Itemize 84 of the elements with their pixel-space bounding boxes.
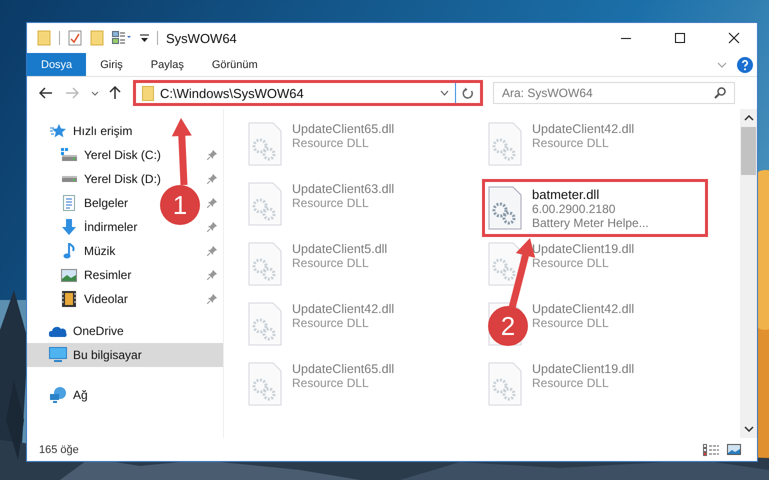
- file-name: UpdateClient63.dll: [292, 182, 394, 196]
- sidebar-item[interactable]: Resimler: [60, 263, 132, 287]
- search-icon: [714, 87, 726, 99]
- up-arrow-icon[interactable]: [109, 86, 121, 100]
- customize-dropdown-icon[interactable]: [140, 33, 149, 43]
- dll-file-icon: [248, 302, 282, 346]
- sidebar-item[interactable]: Ağ: [27, 383, 223, 407]
- file-detail: Battery Meter Helpe...: [532, 216, 649, 230]
- file-name: UpdateClient65.dll: [292, 122, 394, 136]
- dll-file-icon: [488, 242, 522, 286]
- dll-file-icon: [248, 182, 282, 226]
- sidebar-item[interactable]: İndirmeler: [60, 215, 138, 239]
- search-field[interactable]: Ara: SysWOW64: [493, 82, 735, 104]
- network-icon: [49, 387, 67, 403]
- file-name: batmeter.dll: [532, 186, 600, 202]
- sidebar-item[interactable]: Bu bilgisayar: [27, 343, 223, 367]
- sidebar-item[interactable]: Yerel Disk (D:): [60, 167, 161, 191]
- step-number-badge: 1: [160, 185, 200, 225]
- dll-file-icon: [248, 362, 282, 406]
- file-detail: Resource DLL: [532, 256, 610, 270]
- address-path: C:\Windows\SysWOW64: [160, 86, 304, 100]
- scroll-down-icon[interactable]: [744, 426, 754, 432]
- folder-icon: [142, 86, 154, 100]
- refresh-icon[interactable]: [462, 86, 474, 100]
- dll-file-icon: [248, 242, 282, 286]
- address-bar[interactable]: C:\Windows\SysWOW64: [133, 80, 483, 106]
- large-icons-view-icon[interactable]: [727, 444, 741, 455]
- file-detail: Resource DLL: [292, 256, 370, 270]
- file-detail: Resource DLL: [532, 316, 610, 330]
- sidebar-item[interactable]: Videolar: [60, 287, 128, 311]
- window-title: SysWOW64: [166, 30, 237, 46]
- dll-file-icon: [488, 186, 522, 230]
- ribbon-tab[interactable]: Giriş: [86, 53, 137, 76]
- sidebar-item[interactable]: Müzik: [60, 239, 116, 263]
- item-count: 165 öğe: [39, 444, 79, 456]
- dll-file-icon: [488, 362, 522, 406]
- file-name: UpdateClient65.dll: [292, 362, 394, 376]
- file-detail: Resource DLL: [292, 316, 370, 330]
- maximize-icon: [675, 33, 685, 43]
- file-detail: 6.00.2900.2180: [532, 202, 616, 216]
- back-arrow-icon[interactable]: [39, 87, 53, 99]
- file-name: UpdateClient5.dll: [292, 242, 388, 256]
- sidebar-item[interactable]: OneDrive: [27, 319, 223, 343]
- dll-file-icon: [248, 122, 282, 166]
- annotation-arrow: [172, 118, 192, 186]
- sidebar-item[interactable]: Belgeler: [60, 191, 128, 215]
- file-name: UpdateClient42.dll: [292, 302, 394, 316]
- file-name: UpdateClient42.dll: [532, 122, 634, 136]
- close-icon: [728, 32, 740, 44]
- ribbon-tab[interactable]: Görünüm: [198, 53, 272, 76]
- ribbon-tab[interactable]: Paylaş: [136, 53, 198, 76]
- details-view-icon[interactable]: [703, 444, 719, 456]
- film-icon: [60, 291, 78, 307]
- scroll-up-icon[interactable]: [744, 115, 754, 121]
- file-detail: Resource DLL: [532, 376, 610, 390]
- dll-file-icon: [488, 122, 522, 166]
- file-name: UpdateClient42.dll: [532, 302, 634, 316]
- scroll-thumb[interactable]: [741, 127, 756, 175]
- step-number-badge: 2: [488, 306, 528, 346]
- cloud-icon: [49, 326, 67, 336]
- folder-icon: [37, 30, 51, 46]
- properties-icon[interactable]: [68, 30, 82, 46]
- view-icon[interactable]: [112, 31, 132, 45]
- monitor-icon: [49, 347, 67, 363]
- help-icon[interactable]: [737, 56, 753, 72]
- picture-icon: [60, 268, 78, 282]
- file-name: UpdateClient19.dll: [532, 242, 634, 256]
- sidebar-item[interactable]: Hızlı erişim: [27, 119, 223, 143]
- chevron-down-icon[interactable]: [440, 90, 449, 96]
- download-arrow-icon: [60, 219, 78, 235]
- sidebar-item[interactable]: Yerel Disk (C:): [60, 143, 161, 167]
- file-detail: Resource DLL: [532, 136, 610, 150]
- scrollbar[interactable]: [740, 109, 757, 438]
- ribbon-tab[interactable]: Dosya: [27, 53, 86, 76]
- drive-icon: [60, 148, 78, 162]
- chevron-down-icon[interactable]: [91, 90, 99, 96]
- file-detail: Resource DLL: [292, 196, 370, 210]
- file-tile[interactable]: batmeter.dll 6.00.2900.2180 Battery Meter Helpe...: [482, 179, 708, 237]
- document-icon: [60, 195, 78, 211]
- file-name: UpdateClient19.dll: [532, 362, 634, 376]
- file-detail: Resource DLL: [292, 376, 370, 390]
- drive-icon: [60, 176, 78, 182]
- star-icon: [49, 124, 67, 138]
- file-detail: Resource DLL: [292, 136, 370, 150]
